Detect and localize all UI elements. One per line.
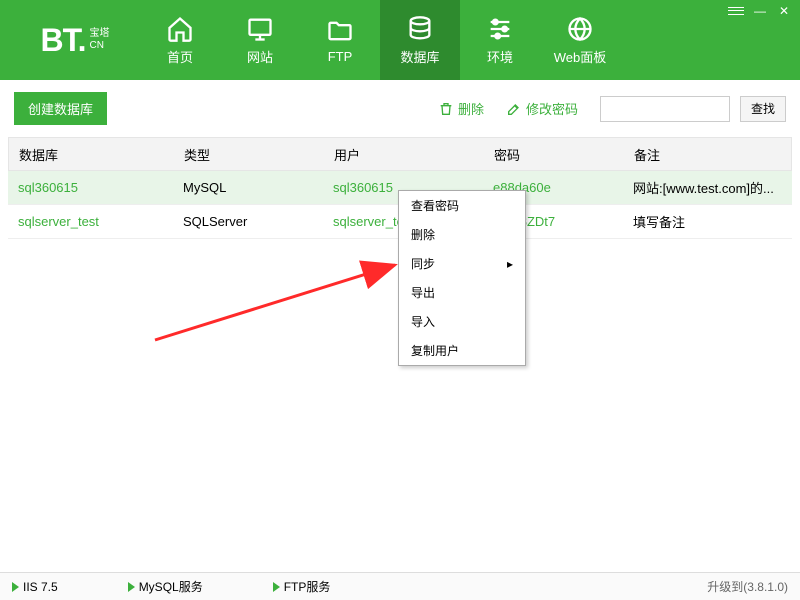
logo-sub: 宝塔CN: [90, 28, 110, 52]
nav-label: 环境: [487, 47, 513, 66]
folder-icon: [326, 17, 354, 45]
nav-label: FTP: [328, 49, 353, 64]
database-icon: [406, 15, 434, 43]
nav-home[interactable]: 首页: [140, 0, 220, 80]
menu-export[interactable]: 导出: [399, 278, 525, 307]
toolbar: 创建数据库 删除 修改密码 查找: [0, 80, 800, 137]
edit-icon: [506, 101, 522, 117]
play-icon: [128, 582, 135, 592]
monitor-icon: [246, 15, 274, 43]
trash-icon: [438, 101, 454, 117]
search-button[interactable]: 查找: [740, 96, 786, 122]
nav-env[interactable]: 环境: [460, 0, 540, 80]
delete-action[interactable]: 删除: [438, 99, 484, 118]
home-icon: [166, 15, 194, 43]
header: BT. 宝塔CN 首页 网站 FTP 数据库 环境 Web面板 ―: [0, 0, 800, 80]
service-iis[interactable]: IIS 7.5: [12, 580, 58, 594]
cell-type: MySQL: [173, 180, 323, 195]
delete-label: 删除: [458, 99, 484, 118]
nav-label: 数据库: [400, 47, 439, 66]
chevron-right-icon: ▸: [507, 257, 513, 271]
nav-label: 网站: [247, 47, 273, 66]
nav-webpanel[interactable]: Web面板: [540, 0, 620, 80]
col-type: 类型: [174, 145, 324, 164]
nav: 首页 网站 FTP 数据库 环境 Web面板: [140, 0, 620, 80]
change-password-action[interactable]: 修改密码: [506, 99, 578, 118]
minimize-button[interactable]: ―: [750, 4, 770, 18]
create-database-button[interactable]: 创建数据库: [14, 92, 107, 125]
annotation-arrow: [150, 230, 410, 350]
web-icon: [566, 15, 594, 43]
menu-copy-user[interactable]: 复制用户: [399, 336, 525, 365]
nav-label: 首页: [167, 47, 193, 66]
menu-delete[interactable]: 删除: [399, 220, 525, 249]
play-icon: [12, 582, 19, 592]
service-ftp[interactable]: FTP服务: [273, 578, 331, 595]
version-info[interactable]: 升级到(3.8.1.0): [707, 578, 788, 595]
nav-website[interactable]: 网站: [220, 0, 300, 80]
menu-sync[interactable]: 同步▸: [399, 249, 525, 278]
nav-ftp[interactable]: FTP: [300, 0, 380, 80]
play-icon: [273, 582, 280, 592]
close-button[interactable]: ✕: [774, 4, 794, 18]
col-note: 备注: [624, 145, 791, 164]
col-pwd: 密码: [484, 145, 624, 164]
changepwd-label: 修改密码: [526, 99, 578, 118]
logo-main: BT.: [41, 22, 86, 59]
table-header: 数据库 类型 用户 密码 备注: [8, 137, 792, 171]
menu-import[interactable]: 导入: [399, 307, 525, 336]
menu-button[interactable]: [726, 4, 746, 18]
status-bar: IIS 7.5 MySQL服务 FTP服务 升级到(3.8.1.0): [0, 572, 800, 600]
sliders-icon: [486, 15, 514, 43]
menu-view-password[interactable]: 查看密码: [399, 191, 525, 220]
cell-note[interactable]: 填写备注: [623, 212, 792, 231]
col-db: 数据库: [9, 145, 174, 164]
search-input[interactable]: [600, 96, 730, 122]
nav-label: Web面板: [554, 47, 607, 66]
cell-note: 网站:[www.test.com]的...: [623, 178, 792, 197]
col-user: 用户: [324, 145, 484, 164]
nav-database[interactable]: 数据库: [380, 0, 460, 80]
cell-db[interactable]: sqlserver_test: [8, 214, 173, 229]
cell-db[interactable]: sql360615: [8, 180, 173, 195]
window-controls: ― ✕: [726, 4, 794, 18]
service-mysql[interactable]: MySQL服务: [128, 578, 203, 595]
cell-type: SQLServer: [173, 214, 323, 229]
logo: BT. 宝塔CN: [0, 22, 140, 59]
context-menu: 查看密码 删除 同步▸ 导出 导入 复制用户: [398, 190, 526, 366]
